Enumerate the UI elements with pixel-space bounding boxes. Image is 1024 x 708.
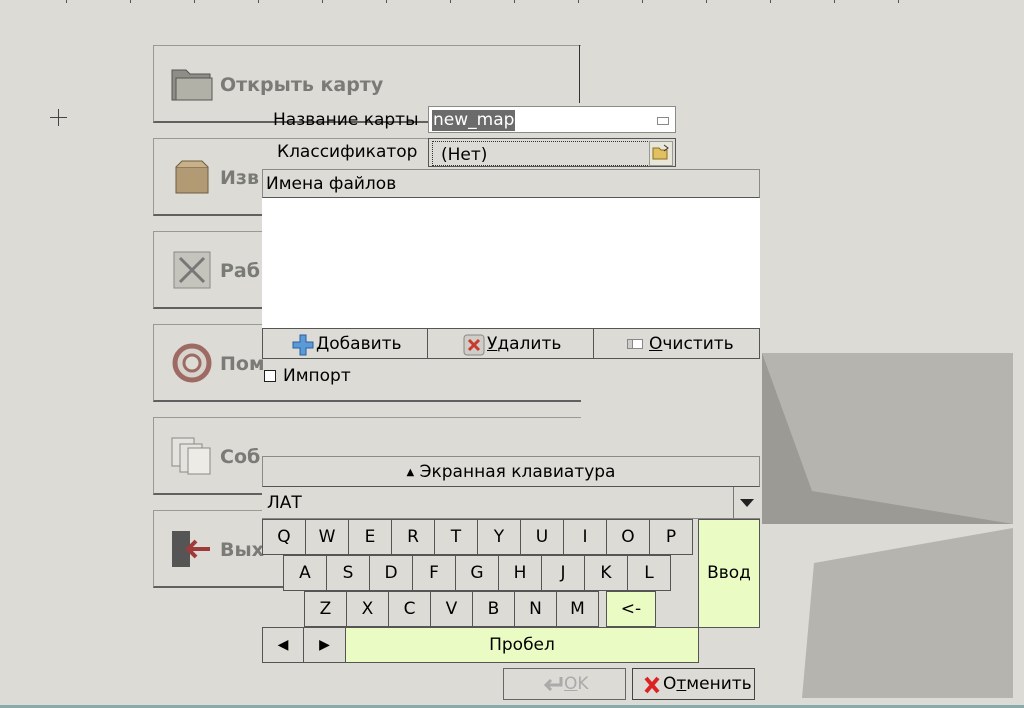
key-c[interactable]: C — [388, 591, 431, 627]
cancel-button[interactable]: Отменить — [632, 668, 755, 700]
onscreen-keyboard-toggle[interactable]: ▲ Экранная клавиатура — [262, 456, 760, 487]
key-y[interactable]: Y — [477, 519, 521, 555]
key-o[interactable]: O — [606, 519, 650, 555]
key-v[interactable]: V — [430, 591, 473, 627]
ok-button[interactable]: OK — [503, 668, 626, 700]
key-e[interactable]: E — [348, 519, 392, 555]
key-f[interactable]: F — [412, 555, 456, 591]
open-folder-icon — [652, 144, 669, 160]
key-h[interactable]: H — [498, 555, 542, 591]
folder-icon — [171, 69, 213, 101]
delete-file-button[interactable]: Удалить — [427, 328, 594, 359]
key-w[interactable]: W — [305, 519, 349, 555]
menu-label: Изв — [220, 167, 259, 189]
key-k[interactable]: K — [584, 555, 628, 591]
documents-icon — [171, 437, 211, 475]
lifebuoy-icon — [172, 343, 212, 383]
enter-arrow-icon — [543, 677, 563, 692]
key-t[interactable]: T — [434, 519, 478, 555]
key-b[interactable]: B — [472, 591, 515, 627]
plus-icon — [292, 334, 314, 356]
language-dropdown-button[interactable] — [733, 487, 760, 518]
keyboard-hint-icon — [657, 117, 669, 125]
clear-files-button[interactable]: Очистить — [593, 328, 760, 359]
menu-label: Соб — [220, 446, 261, 468]
key-u[interactable]: U — [520, 519, 564, 555]
onscreen-keyboard-title: ▲ Экранная клавиатура — [406, 462, 616, 482]
classifier-value: (Нет) — [441, 145, 488, 165]
exit-icon — [172, 531, 210, 567]
key-r[interactable]: R — [391, 519, 435, 555]
key-q[interactable]: Q — [262, 519, 306, 555]
keyboard-language-select[interactable]: ЛАТ — [262, 487, 760, 519]
left-arrow-key[interactable]: ◀ — [262, 627, 304, 663]
add-file-label: Добавить — [316, 334, 402, 354]
file-names-header-label: Имена файлов — [266, 174, 397, 194]
file-names-list[interactable] — [262, 198, 760, 328]
keyboard-language-value: ЛАТ — [267, 493, 302, 513]
cancel-label: Отменить — [663, 674, 752, 694]
key-j[interactable]: J — [541, 555, 585, 591]
key-a[interactable]: A — [283, 555, 327, 591]
key-d[interactable]: D — [369, 555, 413, 591]
menu-label: Открыть карту — [220, 74, 384, 96]
key-m[interactable]: M — [556, 591, 599, 627]
import-label: Импорт — [283, 366, 351, 386]
classifier-label: Классификатор — [277, 142, 418, 162]
delete-file-label: Удалить — [487, 334, 562, 354]
key-p[interactable]: P — [649, 519, 693, 555]
classifier-focus: (Нет) — [432, 141, 650, 166]
ok-label: OK — [564, 674, 589, 694]
cancel-x-icon — [644, 676, 660, 694]
menu-label: Раб — [220, 260, 261, 282]
right-arrow-key[interactable]: ▶ — [303, 627, 346, 663]
space-key[interactable]: Пробел — [345, 627, 699, 663]
classifier-field[interactable]: (Нет) — [428, 138, 676, 167]
box-icon — [175, 160, 209, 194]
menu-divider — [579, 45, 580, 103]
map-name-label: Название карты — [273, 110, 419, 130]
backspace-key[interactable]: <- — [606, 591, 656, 627]
key-g[interactable]: G — [455, 555, 499, 591]
crosshair-cursor-icon — [50, 109, 67, 126]
delete-icon — [463, 334, 485, 356]
background-decoration — [762, 353, 1013, 698]
add-file-button[interactable]: Добавить — [262, 328, 428, 359]
file-names-header: Имена файлов — [262, 169, 760, 198]
cross-icon — [173, 251, 211, 289]
menu-label: Вых — [220, 539, 264, 561]
key-i[interactable]: I — [563, 519, 607, 555]
key-x[interactable]: X — [346, 591, 389, 627]
eraser-icon — [627, 339, 643, 349]
top-ruler — [0, 0, 1024, 4]
key-n[interactable]: N — [514, 591, 557, 627]
clear-files-label: Очистить — [649, 334, 734, 354]
import-checkbox[interactable] — [264, 370, 276, 382]
map-name-input[interactable]: new_map — [428, 106, 676, 133]
chevron-down-icon — [740, 499, 754, 507]
key-s[interactable]: S — [326, 555, 370, 591]
menu-label: Пом — [220, 353, 265, 375]
key-z[interactable]: Z — [304, 591, 347, 627]
key-l[interactable]: L — [627, 555, 671, 591]
collapse-arrow-icon: ▲ — [406, 467, 415, 478]
enter-key[interactable]: Ввод — [698, 519, 760, 628]
browse-classifier-button[interactable] — [649, 141, 673, 166]
map-name-value[interactable]: new_map — [432, 110, 516, 131]
